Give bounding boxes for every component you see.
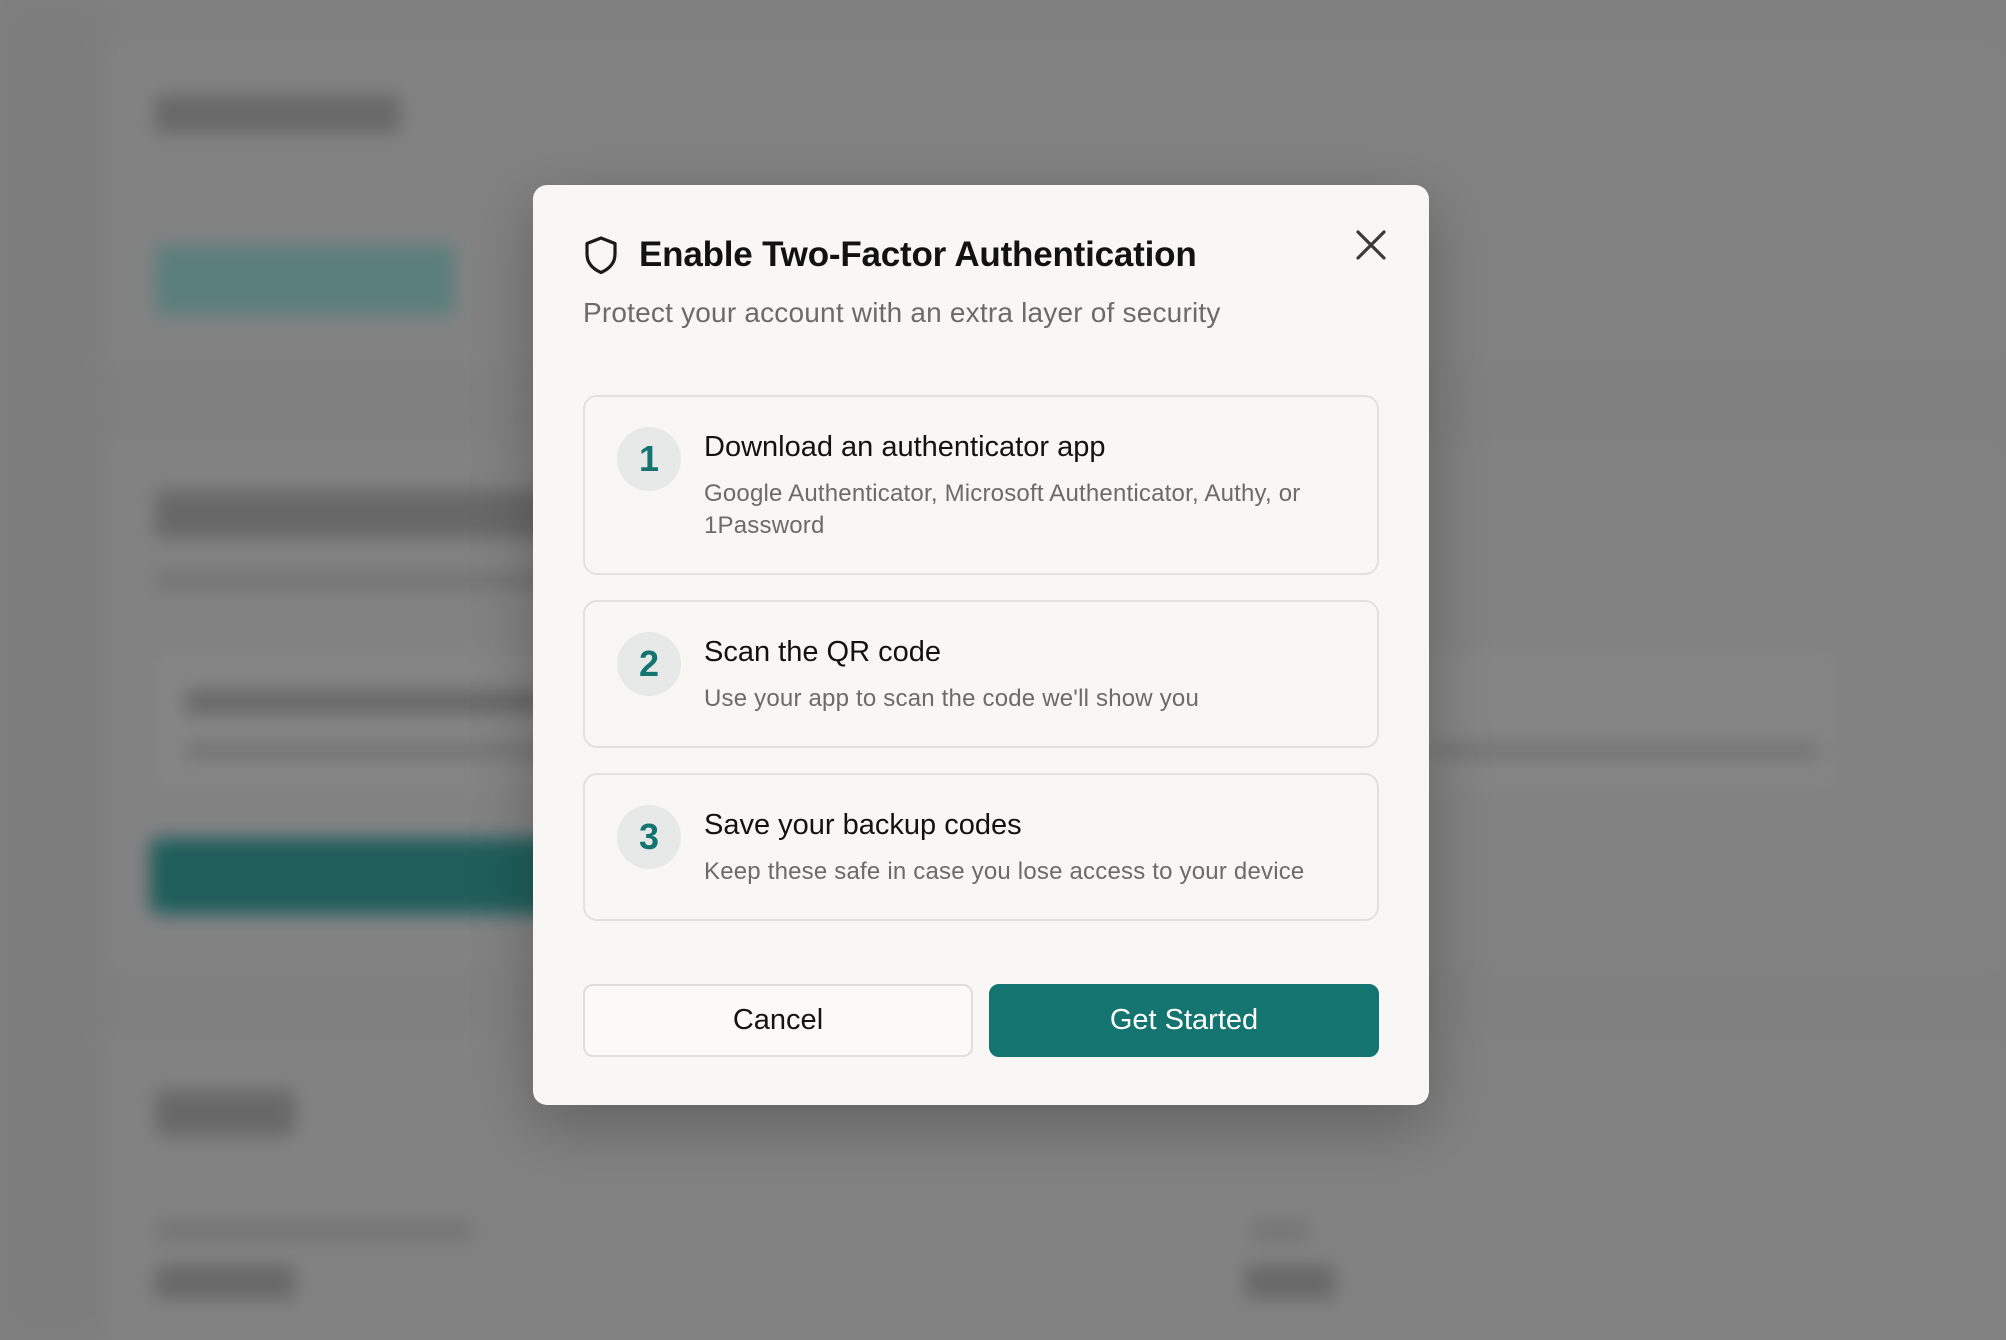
step-number-badge: 3: [617, 805, 681, 869]
background-heading: [155, 95, 400, 133]
close-icon: [1356, 230, 1386, 260]
background-text: [1430, 742, 1820, 760]
step-body: Download an authenticator app Google Aut…: [704, 427, 1347, 542]
step-description: Use your app to scan the code we'll show…: [704, 685, 1199, 712]
close-button[interactable]: [1349, 223, 1393, 267]
modal-subtitle: Protect your account with an extra layer…: [583, 297, 1221, 328]
shield-icon: [583, 235, 619, 275]
step-number-badge: 1: [617, 427, 681, 491]
step-description: Keep these safe in case you lose access …: [704, 858, 1305, 885]
step-item: 1 Download an authenticator app Google A…: [583, 395, 1379, 575]
title-row: Enable Two-Factor Authentication: [583, 235, 1389, 275]
step-body: Scan the QR code Use your app to scan th…: [704, 632, 1199, 715]
modal-header: Enable Two-Factor Authentication Protect…: [583, 235, 1389, 329]
get-started-button[interactable]: Get Started: [989, 984, 1379, 1057]
background-text: [185, 690, 545, 714]
steps-list: 1 Download an authenticator app Google A…: [583, 395, 1379, 946]
step-description: Google Authenticator, Microsoft Authenti…: [704, 480, 1301, 539]
background-text: [155, 572, 575, 590]
background-heading: [1245, 1265, 1335, 1299]
step-item: 3 Save your backup codes Keep these safe…: [583, 773, 1379, 921]
two-factor-modal: Enable Two-Factor Authentication Protect…: [533, 185, 1429, 1105]
background-sidebar: [0, 0, 105, 1340]
modal-actions: Cancel Get Started: [583, 984, 1379, 1057]
cancel-button[interactable]: Cancel: [583, 984, 973, 1057]
background-heading: [155, 490, 585, 538]
background-text: [1250, 1222, 1310, 1240]
background-text: [185, 742, 585, 760]
background-heading: [155, 1090, 295, 1136]
background-button: [150, 838, 570, 914]
step-number-badge: 2: [617, 632, 681, 696]
background-heading: [155, 1265, 295, 1299]
background-button: [155, 245, 455, 315]
step-title: Save your backup codes: [704, 809, 1022, 841]
step-title: Download an authenticator app: [704, 431, 1106, 463]
background-text: [155, 1222, 475, 1240]
modal-title: Enable Two-Factor Authentication: [639, 235, 1197, 274]
step-item: 2 Scan the QR code Use your app to scan …: [583, 600, 1379, 748]
step-title: Scan the QR code: [704, 636, 941, 668]
step-body: Save your backup codes Keep these safe i…: [704, 805, 1304, 888]
